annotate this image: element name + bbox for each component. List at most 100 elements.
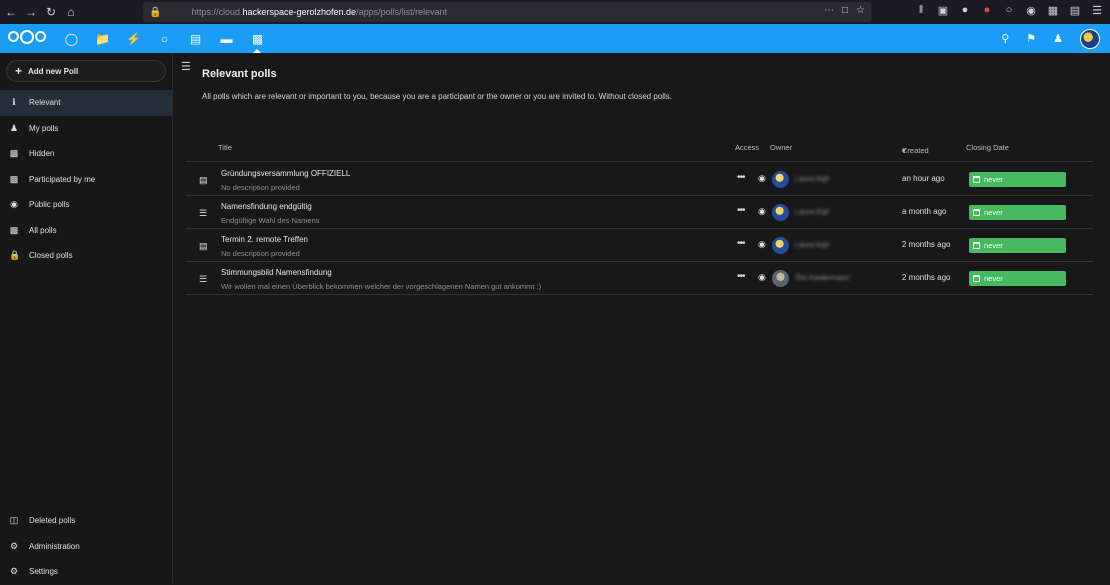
- poll-description: No description provided: [221, 249, 300, 258]
- home-icon[interactable]: ⌂: [62, 3, 80, 21]
- poll-description: No description provided: [221, 183, 300, 192]
- calendar-icon: [973, 209, 980, 216]
- poll-title[interactable]: Stimmungsbild Namensfindung: [221, 268, 332, 277]
- poll-description: Endgültige Wahl des Namens: [221, 216, 320, 225]
- nav-item-participated[interactable]: ▩ Participated by me: [0, 167, 172, 193]
- nav-item-my-polls[interactable]: ♟ My polls: [0, 116, 172, 142]
- pocket-icon[interactable]: □: [842, 5, 848, 16]
- activity-icon[interactable]: ⚡: [118, 24, 149, 53]
- nav-item-label: My polls: [29, 123, 59, 133]
- extension-icon[interactable]: ○: [1002, 4, 1016, 17]
- extension-icon[interactable]: ▦: [1046, 4, 1060, 17]
- column-owner[interactable]: Owner: [770, 143, 792, 152]
- calendar-icon: ▤: [199, 175, 208, 185]
- poll-title[interactable]: Termin 2. remote Treffen: [221, 235, 308, 244]
- poll-description: Wir wollen mal einen Überblick bekommen …: [221, 282, 542, 291]
- calendar-icon[interactable]: ▤: [180, 24, 211, 53]
- gear-icon: ⚙: [9, 540, 19, 551]
- page-title: Relevant polls: [202, 68, 277, 80]
- column-title[interactable]: Title: [218, 143, 232, 152]
- browser-toolbar: ← → ↻ ⌂ 🔒 https://cloud.hackerspace-gero…: [0, 0, 1110, 24]
- column-access[interactable]: Access: [735, 143, 759, 152]
- nav-bottom-list: ◫ Deleted polls ⚙ Administration ⚙ Setti…: [0, 508, 172, 585]
- owner-name: Tim Kiedermann: [795, 273, 850, 282]
- nextcloud-logo[interactable]: [8, 29, 46, 44]
- page-actions-icon[interactable]: ⋯: [824, 5, 834, 16]
- calendar-icon: [973, 275, 980, 282]
- add-new-poll-button[interactable]: + Add new Poll: [6, 60, 166, 82]
- calendar-icon: ▤: [199, 241, 208, 251]
- poll-title[interactable]: Namensfindung endgültig: [221, 202, 312, 211]
- gear-icon: ⚙: [9, 566, 19, 577]
- nav-item-label: Hidden: [29, 149, 55, 159]
- column-closing-date[interactable]: Closing Date: [966, 143, 1009, 152]
- nav-item-relevant[interactable]: ℹ Relevant: [0, 90, 172, 116]
- poll-icon: ▩: [9, 224, 19, 235]
- visibility-icon: ◉: [758, 206, 766, 216]
- nav-item-label: Relevant: [29, 98, 61, 108]
- sort-desc-icon: ▾: [902, 146, 906, 155]
- contacts-icon[interactable]: ♟: [1053, 32, 1063, 45]
- more-actions-icon[interactable]: •••: [737, 271, 745, 282]
- navigation-sidebar: + Add new Poll ℹ Relevant ♟ My polls ▩ H…: [0, 53, 173, 583]
- table-row[interactable]: ☰ Namensfindung endgültig Endgültige Wah…: [186, 196, 1093, 229]
- search-icon[interactable]: ⚲: [1001, 32, 1009, 45]
- bookmark-star-icon[interactable]: ☆: [856, 5, 865, 16]
- calendar-icon: [973, 176, 980, 183]
- files-icon[interactable]: 📁: [87, 24, 118, 53]
- nav-item-closed-polls[interactable]: 🔒 Closed polls: [0, 243, 172, 269]
- list-icon: ☰: [199, 208, 208, 218]
- owner-name: Laura Kipl: [795, 207, 829, 216]
- more-actions-icon[interactable]: •••: [737, 205, 745, 216]
- table-row[interactable]: ☰ Stimmungsbild Namensfindung Wir wollen…: [186, 262, 1093, 295]
- talk-icon[interactable]: ○: [149, 24, 180, 53]
- created-date: an hour ago: [902, 174, 945, 183]
- nav-item-label: Administration: [29, 541, 80, 551]
- extension-icon[interactable]: ●: [980, 4, 994, 17]
- app-header: ◯ 📁 ⚡ ○ ▤ ▬ ▩ ⚲ ⚑ ♟: [0, 24, 1110, 53]
- notifications-icon[interactable]: ⚑: [1026, 32, 1036, 45]
- menu-icon[interactable]: ☰: [1090, 4, 1104, 17]
- extension-icon[interactable]: ▤: [1068, 4, 1082, 17]
- avatar[interactable]: [1080, 28, 1100, 49]
- back-icon[interactable]: ←: [2, 3, 20, 21]
- poll-title[interactable]: Gründungsversammlung OFFIZIELL: [221, 169, 350, 178]
- toggle-sidebar-icon[interactable]: ☰: [181, 60, 191, 73]
- nav-item-settings[interactable]: ⚙ Settings: [0, 559, 172, 585]
- nav-item-administration[interactable]: ⚙ Administration: [0, 534, 172, 560]
- closing-date-badge: never: [969, 205, 1066, 220]
- url-bar[interactable]: 🔒 https://cloud.hackerspace-gerolzhofen.…: [143, 2, 871, 22]
- page-description: All polls which are relevant or importan…: [202, 92, 673, 101]
- extension-icon[interactable]: ◉: [1024, 4, 1038, 17]
- avatar: [772, 204, 789, 221]
- more-actions-icon[interactable]: •••: [737, 238, 745, 249]
- table-row[interactable]: ▤ Gründungsversammlung OFFIZIELL No desc…: [186, 163, 1093, 196]
- poll-icon: ▩: [9, 148, 19, 159]
- user-icon: ♟: [9, 122, 19, 133]
- nav-item-label: Closed polls: [29, 251, 73, 261]
- url-text: https://cloud.hackerspace-gerolzhofen.de…: [191, 7, 448, 17]
- nav-item-hidden[interactable]: ▩ Hidden: [0, 141, 172, 167]
- created-date: 2 months ago: [902, 273, 951, 282]
- nav-item-all-polls[interactable]: ▩ All polls: [0, 218, 172, 244]
- table-row[interactable]: ▤ Termin 2. remote Treffen No descriptio…: [186, 229, 1093, 262]
- library-icon[interactable]: ‖: [914, 4, 928, 17]
- calendar-icon: [973, 242, 980, 249]
- app-menu: ◯ 📁 ⚡ ○ ▤ ▬ ▩: [56, 24, 273, 53]
- nav-item-public-polls[interactable]: ◉ Public polls: [0, 192, 172, 218]
- extension-icon[interactable]: ●: [958, 4, 972, 17]
- trash-icon: ◫: [9, 515, 19, 526]
- deck-icon[interactable]: ▬: [211, 24, 242, 53]
- sidebar-icon[interactable]: ▣: [936, 4, 950, 17]
- table-header: Title Access Owner Created ▾ Closing Dat…: [186, 140, 1093, 162]
- nav-item-deleted-polls[interactable]: ◫ Deleted polls: [0, 508, 172, 534]
- reload-icon[interactable]: ↻: [42, 3, 60, 21]
- polls-icon[interactable]: ▩: [242, 24, 273, 53]
- nav-item-label: Public polls: [29, 200, 70, 210]
- dashboard-icon[interactable]: ◯: [56, 24, 87, 53]
- info-icon: ℹ: [12, 97, 16, 108]
- forward-icon[interactable]: →: [22, 3, 40, 21]
- avatar: [772, 237, 789, 254]
- more-actions-icon[interactable]: •••: [737, 172, 745, 183]
- created-date: a month ago: [902, 207, 947, 216]
